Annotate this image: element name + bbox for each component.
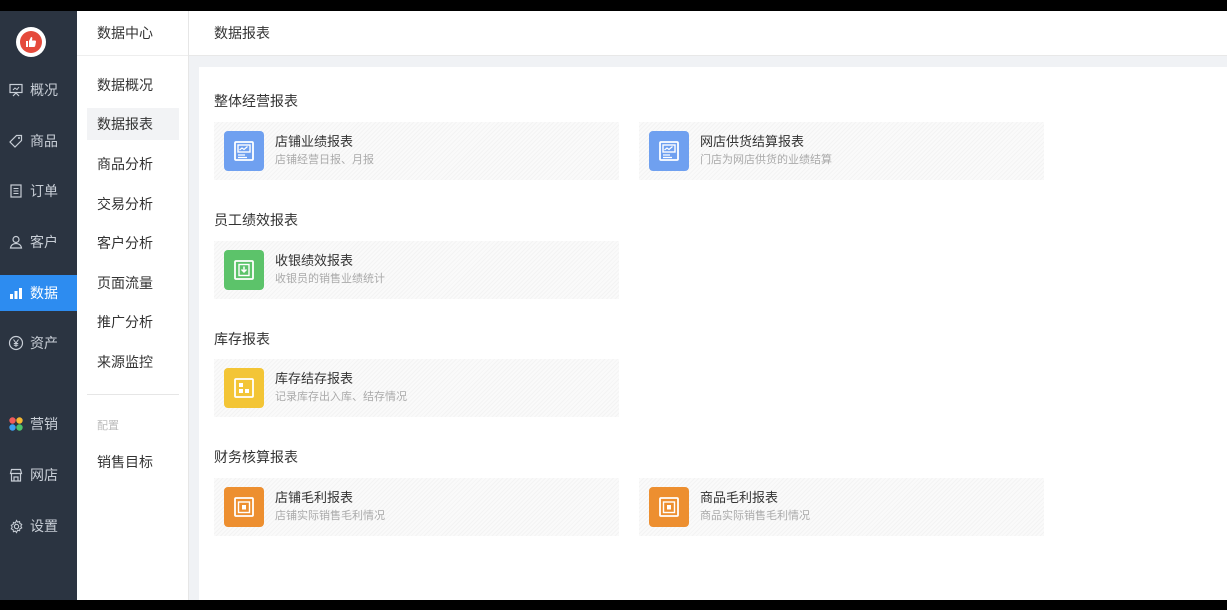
finance-icon [649,487,689,527]
report-card-supply-settlement[interactable]: 网店供货结算报表 门店为网店供货的业绩结算 [639,122,1044,180]
report-card-inventory[interactable]: 库存结存报表 记录库存出入库、结存情况 [214,359,619,417]
sub-item-trade-analysis[interactable]: 交易分析 [87,188,179,220]
sub-item-customer-analysis[interactable]: 客户分析 [87,227,179,259]
report-card-goods-gross-profit[interactable]: 商品毛利报表 商品实际销售毛利情况 [639,478,1044,536]
inventory-icon [224,368,264,408]
gear-icon [8,518,24,534]
nav-label: 订单 [30,184,58,200]
nav-label: 数据 [30,286,58,302]
sub-item-page-traffic[interactable]: 页面流量 [87,267,179,299]
report-card-store-performance[interactable]: 店铺业绩报表 店铺经营日报、月报 [214,122,619,180]
yuan-icon [8,335,24,351]
sub-menu-divider [87,394,179,395]
logo[interactable] [16,27,46,57]
sub-item-goods-analysis[interactable]: 商品分析 [87,148,179,180]
nav-label: 设置 [30,519,58,535]
card-description: 店铺经营日报、月报 [275,153,374,166]
nav-label: 客户 [30,235,58,251]
nav-label: 概况 [30,83,58,99]
sub-group-label: 配置 [97,419,119,432]
nav-item-assets[interactable]: 资产 [0,325,77,361]
store-icon [8,467,24,483]
card-title: 库存结存报表 [275,372,354,387]
report-card-cashier-performance[interactable]: 收银绩效报表 收银员的销售业绩统计 [214,241,619,299]
order-icon [8,183,24,199]
nav-item-store[interactable]: 网店 [0,457,77,493]
download-icon [224,250,264,290]
report-card-store-gross-profit[interactable]: 店铺毛利报表 店铺实际销售毛利情况 [214,478,619,536]
card-title: 收银绩效报表 [275,254,354,269]
report-content: 整体经营报表 店铺业绩报表 店铺经营日报、月报 网店供货结算报表 门店为网店供货… [199,67,1227,600]
nav-label: 资产 [30,336,58,352]
main-nav: 概况 商品 订单 客户 数据 资产 营销 网店 设置 [0,11,77,600]
card-description: 门店为网店供货的业绩结算 [700,153,832,166]
nav-item-settings[interactable]: 设置 [0,508,77,544]
finance-icon [224,487,264,527]
card-description: 店铺实际销售毛利情况 [275,509,385,522]
nav-label: 网店 [30,468,58,484]
tag-icon [8,133,24,149]
sub-item-promotion-analysis[interactable]: 推广分析 [87,306,179,338]
sub-item-data-reports[interactable]: 数据报表 [87,108,179,140]
app-frame: 概况 商品 订单 客户 数据 资产 营销 网店 设置 数据中心 数据概况 数据报… [0,11,1227,600]
card-title: 店铺毛利报表 [275,491,354,506]
thumbs-up-icon [20,31,42,53]
nav-item-orders[interactable]: 订单 [0,173,77,209]
card-description: 记录库存出入库、结存情况 [275,390,407,403]
report-chart-icon [224,131,264,171]
card-title: 店铺业绩报表 [275,135,354,150]
nav-item-goods[interactable]: 商品 [0,123,77,159]
section-title: 财务核算报表 [214,450,298,466]
nav-item-customers[interactable]: 客户 [0,224,77,260]
sub-item-data-overview[interactable]: 数据概况 [87,69,179,101]
user-icon [8,234,24,250]
apps-icon [8,416,24,432]
section-title: 员工绩效报表 [214,213,298,229]
nav-label: 商品 [30,134,58,150]
nav-label: 营销 [30,417,58,433]
section-title: 整体经营报表 [214,94,298,110]
card-description: 收银员的销售业绩统计 [275,272,385,285]
sub-item-sales-target[interactable]: 销售目标 [87,446,179,478]
nav-item-overview[interactable]: 概况 [0,72,77,108]
overview-icon [8,82,24,98]
card-title: 网店供货结算报表 [700,135,805,150]
nav-item-marketing[interactable]: 营销 [0,406,77,442]
card-title: 商品毛利报表 [700,491,779,506]
sub-menu-title: 数据中心 [77,11,188,56]
report-chart-icon [649,131,689,171]
page-title: 数据报表 [189,11,1227,56]
card-description: 商品实际销售毛利情况 [700,509,810,522]
sub-item-source-monitor[interactable]: 来源监控 [87,346,179,378]
sub-menu: 数据中心 数据概况 数据报表 商品分析 交易分析 客户分析 页面流量 推广分析 … [77,11,189,600]
bar-chart-icon [8,285,24,301]
nav-item-data[interactable]: 数据 [0,275,77,311]
section-title: 库存报表 [214,332,270,348]
